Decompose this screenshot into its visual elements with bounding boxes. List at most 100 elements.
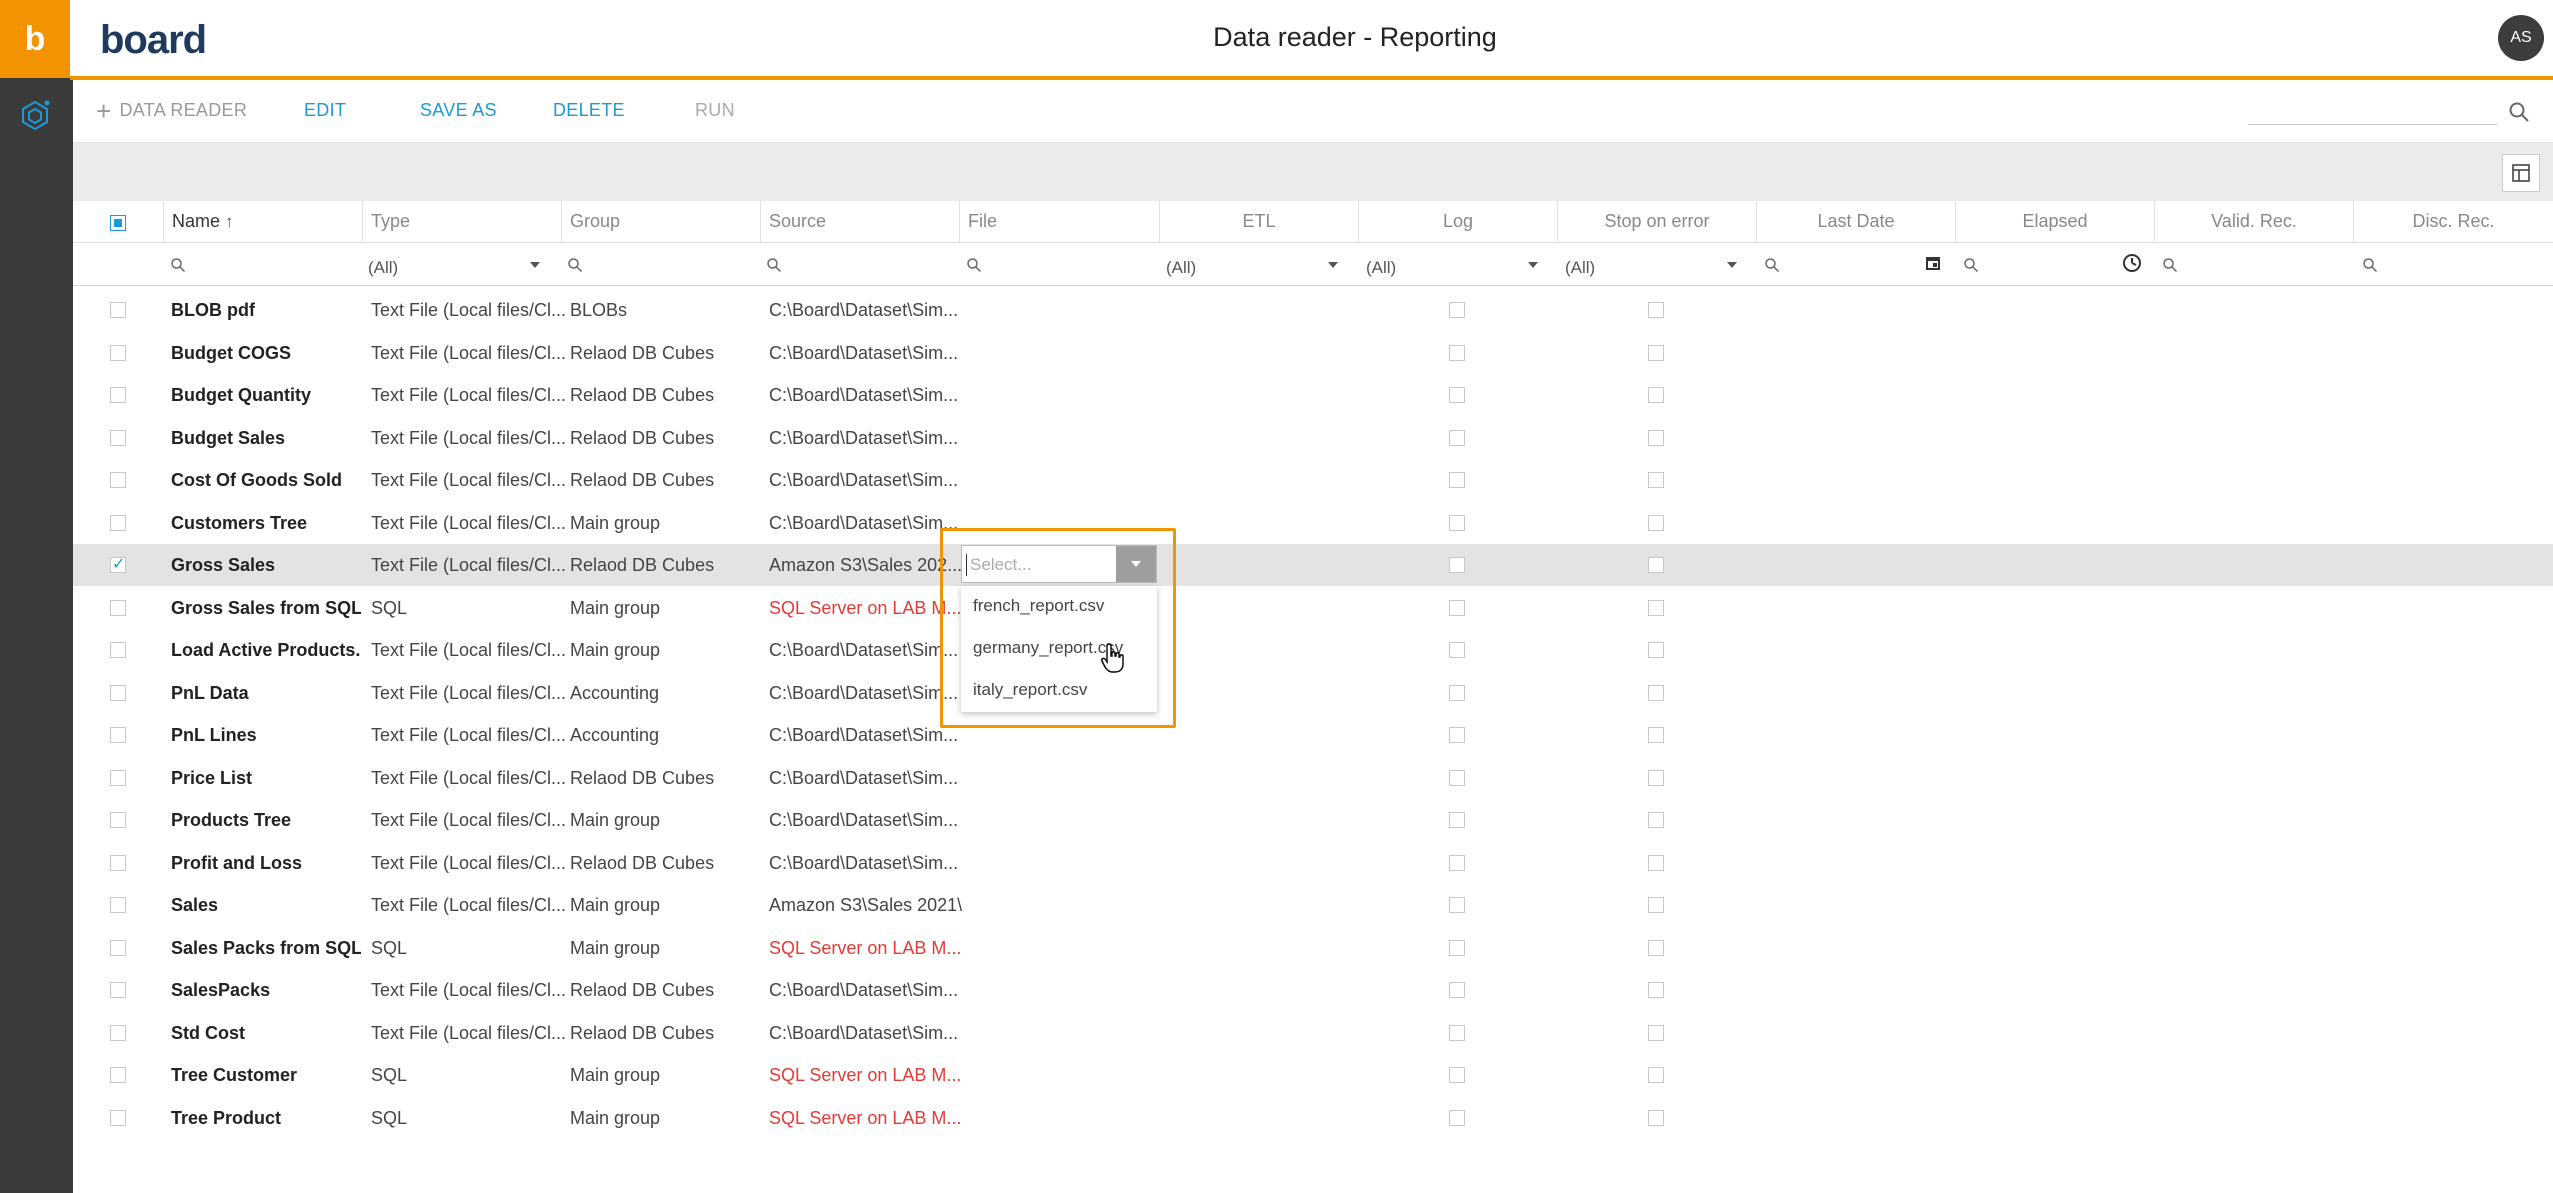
valid-rec-filter-input[interactable]: [2162, 250, 2342, 280]
etl-filter-select[interactable]: (All): [1166, 250, 1346, 280]
row-checkbox[interactable]: [110, 1110, 126, 1126]
elapsed-filter-input[interactable]: [1963, 250, 2143, 280]
disc-rec-filter-input[interactable]: [2362, 250, 2542, 280]
file-filter-input[interactable]: [966, 250, 1146, 280]
table-row[interactable]: Gross Sales Text File (Local files/Cl...R…: [73, 544, 2553, 586]
table-settings-icon[interactable]: [2502, 154, 2540, 192]
log-checkbox[interactable]: [1449, 1025, 1465, 1041]
search-input[interactable]: [2248, 124, 2498, 125]
stop-on-error-checkbox[interactable]: [1648, 600, 1664, 616]
column-header-disc-rec[interactable]: Disc. Rec.: [2353, 201, 2553, 242]
column-header-valid-rec[interactable]: Valid. Rec.: [2154, 201, 2353, 242]
row-checkbox[interactable]: [110, 727, 126, 743]
log-checkbox[interactable]: [1449, 1110, 1465, 1126]
row-checkbox[interactable]: [110, 855, 126, 871]
run-button[interactable]: RUN: [695, 100, 735, 121]
log-checkbox[interactable]: [1449, 685, 1465, 701]
stop-on-error-checkbox[interactable]: [1648, 1067, 1664, 1083]
stop-on-error-checkbox[interactable]: [1648, 855, 1664, 871]
table-row[interactable]: SalesPacks Text File (Local files/Cl... Re…: [73, 969, 2553, 1011]
table-row[interactable]: Tree Customer SQL Main group SQL Server on …: [73, 1054, 2553, 1096]
column-header-stop-on-error[interactable]: Stop on error: [1557, 201, 1756, 242]
save-as-button[interactable]: SAVE AS: [420, 100, 497, 121]
type-filter-select[interactable]: (All): [368, 250, 548, 280]
row-checkbox[interactable]: [110, 982, 126, 998]
log-checkbox[interactable]: [1449, 557, 1465, 573]
stop-on-error-checkbox[interactable]: [1648, 812, 1664, 828]
table-row[interactable]: Budget COGS Text File (Local files/Cl... R…: [73, 332, 2553, 374]
stop-on-error-checkbox[interactable]: [1648, 897, 1664, 913]
table-row[interactable]: Load Active Products... Text File (Local …: [73, 629, 2553, 671]
column-header-type[interactable]: Type: [362, 201, 561, 242]
stop-on-error-checkbox[interactable]: [1648, 1110, 1664, 1126]
log-checkbox[interactable]: [1449, 727, 1465, 743]
delete-button[interactable]: DELETE: [553, 100, 625, 121]
table-row[interactable]: Tree Product SQL Main group SQL Server on L…: [73, 1097, 2553, 1139]
log-checkbox[interactable]: [1449, 302, 1465, 318]
table-row[interactable]: BLOB pdf Text File (Local files/Cl... BLOB…: [73, 289, 2553, 331]
stop-on-error-checkbox[interactable]: [1648, 472, 1664, 488]
stop-on-error-checkbox[interactable]: [1648, 685, 1664, 701]
log-checkbox[interactable]: [1449, 897, 1465, 913]
log-checkbox[interactable]: [1449, 515, 1465, 531]
row-checkbox[interactable]: [110, 642, 126, 658]
log-checkbox[interactable]: [1449, 812, 1465, 828]
row-checkbox[interactable]: [110, 1025, 126, 1041]
row-checkbox[interactable]: [110, 430, 126, 446]
log-filter-select[interactable]: (All): [1366, 250, 1546, 280]
table-row[interactable]: Cost Of Goods Sold Text File (Local files…: [73, 459, 2553, 501]
log-checkbox[interactable]: [1449, 642, 1465, 658]
clock-icon[interactable]: [2122, 253, 2142, 273]
table-row[interactable]: Sales Text File (Local files/Cl... Main gr…: [73, 884, 2553, 926]
column-header-source[interactable]: Source: [760, 201, 959, 242]
table-row[interactable]: Budget Sales Text File (Local files/Cl...…: [73, 417, 2553, 459]
row-checkbox[interactable]: [110, 940, 126, 956]
column-header-last-date[interactable]: Last Date: [1756, 201, 1955, 242]
row-checkbox[interactable]: [110, 770, 126, 786]
table-row[interactable]: Price List Text File (Local files/Cl... Re…: [73, 757, 2553, 799]
file-option[interactable]: italy_report.csv: [973, 680, 1087, 700]
name-filter-input[interactable]: [170, 250, 350, 280]
table-row[interactable]: Std Cost Text File (Local files/Cl... Rela…: [73, 1012, 2553, 1054]
log-checkbox[interactable]: [1449, 770, 1465, 786]
log-checkbox[interactable]: [1449, 600, 1465, 616]
table-row[interactable]: PnL Data Text File (Local files/Cl... Acco…: [73, 672, 2553, 714]
last-date-filter-input[interactable]: [1764, 250, 1944, 280]
row-checkbox[interactable]: [110, 472, 126, 488]
column-header-log[interactable]: Log: [1358, 201, 1557, 242]
log-checkbox[interactable]: [1449, 855, 1465, 871]
source-filter-input[interactable]: [766, 250, 946, 280]
stop-on-error-checkbox[interactable]: [1648, 1025, 1664, 1041]
row-checkbox[interactable]: [110, 897, 126, 913]
row-checkbox[interactable]: [110, 302, 126, 318]
table-row[interactable]: PnL Lines Text File (Local files/Cl... Acc…: [73, 714, 2553, 756]
file-select-input[interactable]: Select...: [961, 545, 1157, 583]
board-logo-icon[interactable]: b: [0, 0, 70, 78]
row-checkbox[interactable]: [110, 600, 126, 616]
stop-on-error-checkbox[interactable]: [1648, 302, 1664, 318]
row-checkbox[interactable]: [110, 387, 126, 403]
stop-on-error-filter-select[interactable]: (All): [1565, 250, 1745, 280]
row-checkbox[interactable]: [110, 812, 126, 828]
stop-on-error-checkbox[interactable]: [1648, 770, 1664, 786]
log-checkbox[interactable]: [1449, 982, 1465, 998]
add-data-reader-button[interactable]: + DATA READER: [96, 98, 247, 124]
row-checkbox[interactable]: [110, 1067, 126, 1083]
table-row[interactable]: Sales Packs from SQL SQL Main group SQL Ser…: [73, 927, 2553, 969]
column-header-name[interactable]: Name ↑: [163, 201, 362, 242]
row-checkbox[interactable]: [110, 554, 126, 574]
column-header-file[interactable]: File: [959, 201, 1159, 242]
table-row[interactable]: Products Tree Text File (Local files/Cl..…: [73, 799, 2553, 841]
log-checkbox[interactable]: [1449, 387, 1465, 403]
table-row[interactable]: Profit and Loss Text File (Local files/Cl…: [73, 842, 2553, 884]
search-icon[interactable]: [2508, 101, 2530, 123]
group-filter-input[interactable]: [567, 250, 747, 280]
stop-on-error-checkbox[interactable]: [1648, 940, 1664, 956]
stop-on-error-checkbox[interactable]: [1648, 387, 1664, 403]
stop-on-error-checkbox[interactable]: [1648, 982, 1664, 998]
dropdown-toggle-button[interactable]: [1116, 546, 1156, 582]
column-header-group[interactable]: Group: [561, 201, 760, 242]
row-checkbox[interactable]: [110, 515, 126, 531]
stop-on-error-checkbox[interactable]: [1648, 515, 1664, 531]
user-avatar[interactable]: AS: [2498, 15, 2544, 61]
